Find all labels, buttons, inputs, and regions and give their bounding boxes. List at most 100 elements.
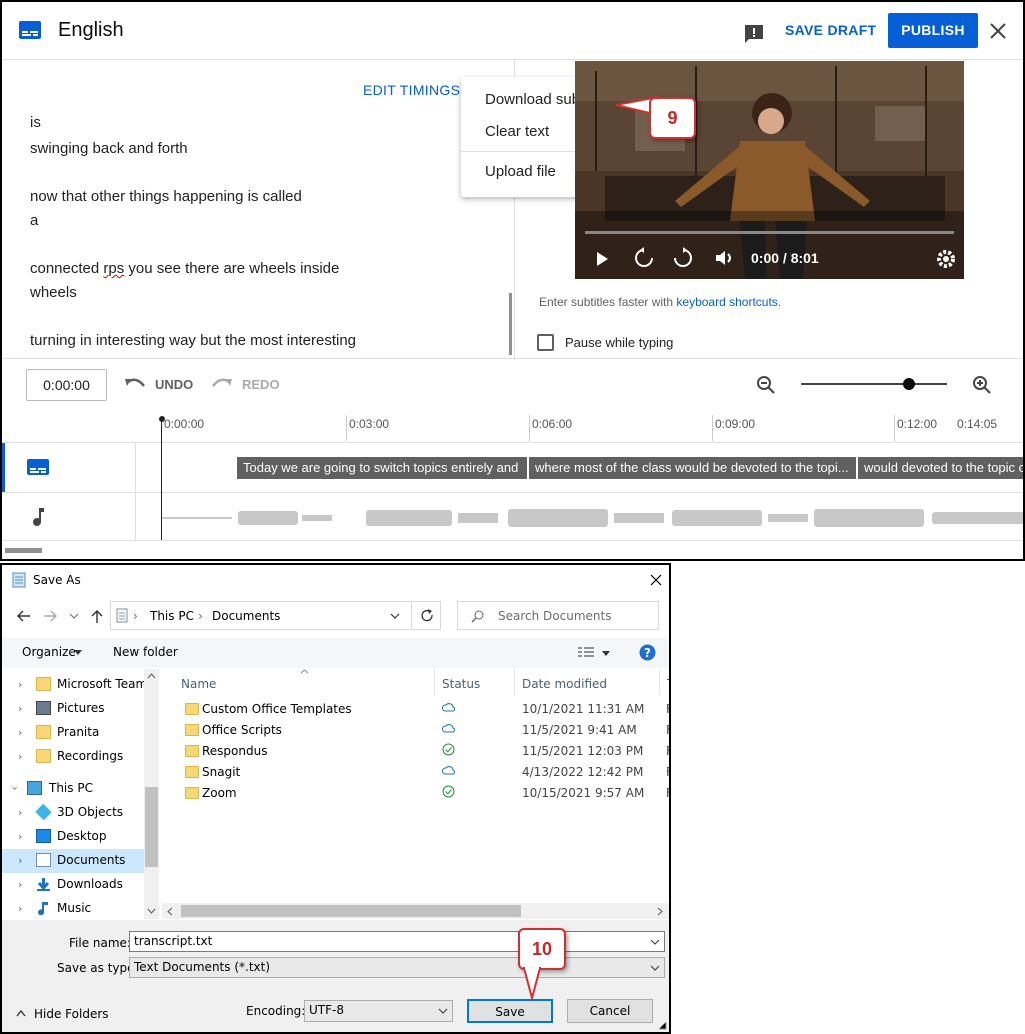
tree-item-documents[interactable]: › Documents (2, 849, 158, 873)
menu-upload-file[interactable]: Upload file (485, 163, 556, 180)
zoom-in-icon[interactable] (972, 375, 992, 395)
rewind-10-icon[interactable] (634, 247, 654, 269)
tree-item-microsoft-teams[interactable]: › Microsoft Teams (2, 673, 158, 697)
forward-10-icon[interactable] (673, 247, 693, 269)
scroll-up-arrow-icon[interactable] (147, 673, 156, 679)
playhead-line[interactable] (161, 420, 162, 541)
view-options-icon[interactable] (578, 646, 594, 659)
address-bar[interactable]: › This PC › Documents (110, 601, 441, 630)
column-header-date-modified[interactable]: Date modified (522, 677, 607, 691)
chevron-right-icon[interactable]: › (18, 726, 22, 739)
scroll-left-arrow-icon[interactable] (166, 907, 173, 916)
zoom-out-icon[interactable] (756, 375, 776, 395)
organize-dropdown-icon[interactable] (74, 650, 82, 655)
tree-item-music[interactable]: › Music (2, 897, 158, 919)
tree-item-recordings[interactable]: › Recordings (2, 745, 158, 769)
undo-icon[interactable] (124, 376, 146, 392)
column-header-type[interactable]: T (667, 677, 669, 691)
chevron-down-icon[interactable]: › (9, 786, 22, 790)
scroll-right-arrow-icon[interactable] (657, 907, 664, 916)
chevron-right-icon[interactable]: › (18, 678, 22, 691)
hide-folders-button[interactable]: Hide Folders (34, 1007, 109, 1021)
chevron-right-icon[interactable]: › (18, 702, 22, 715)
file-row[interactable]: Custom Office Templates 10/1/2021 11:31 … (172, 700, 669, 721)
chevron-right-icon[interactable]: › (18, 806, 22, 819)
chevron-right-icon[interactable]: › (18, 902, 22, 915)
time-input[interactable]: 0:00:00 (26, 369, 107, 401)
playhead-handle[interactable] (159, 416, 165, 422)
chevron-down-icon[interactable] (650, 939, 660, 945)
tree-item-desktop[interactable]: › Desktop (2, 825, 158, 849)
subtitle-text-area[interactable]: is swinging back and forth now that othe… (20, 106, 510, 358)
organize-button[interactable]: Organize (22, 645, 76, 659)
chevron-right-icon[interactable]: › (18, 878, 22, 891)
recent-locations-icon[interactable] (69, 612, 79, 620)
file-list-h-scrollbar-thumb[interactable] (181, 905, 521, 917)
help-icon[interactable]: ? (639, 644, 656, 661)
refresh-icon[interactable] (421, 609, 434, 622)
chevron-down-icon[interactable] (390, 613, 400, 620)
column-header-name[interactable]: Name (181, 677, 216, 691)
column-divider[interactable] (434, 669, 435, 695)
misspelled-word[interactable]: rps (103, 260, 124, 277)
tree-item-3d-objects[interactable]: › 3D Objects (2, 801, 158, 825)
timeline-scrollbar[interactable] (5, 548, 42, 553)
subtitle-cue[interactable]: Today we are going to switch topics enti… (237, 457, 527, 479)
chevron-right-icon[interactable]: › (18, 750, 22, 763)
resize-grip-icon[interactable] (657, 1020, 667, 1030)
redo-button[interactable]: REDO (242, 377, 280, 392)
view-dropdown-icon[interactable] (602, 651, 610, 656)
forward-arrow-icon[interactable] (43, 609, 59, 623)
column-header-status[interactable]: Status (442, 677, 480, 691)
close-icon[interactable] (650, 574, 662, 586)
settings-gear-icon[interactable] (936, 249, 956, 269)
cancel-button[interactable]: Cancel (567, 999, 653, 1023)
file-row[interactable]: Zoom 10/15/2021 9:57 AM F (172, 784, 669, 805)
breadcrumb-documents[interactable]: Documents (212, 609, 280, 623)
close-icon[interactable] (989, 22, 1007, 40)
tree-item-pictures[interactable]: › Pictures (2, 697, 158, 721)
publish-button[interactable]: PUBLISH (888, 13, 978, 48)
volume-icon[interactable] (714, 249, 736, 267)
subtitle-cue[interactable]: where most of the class would be devoted… (529, 457, 856, 479)
tree-item-downloads[interactable]: › Downloads (2, 873, 158, 897)
chevron-down-icon[interactable] (650, 965, 660, 971)
file-row[interactable]: Snagit 4/13/2022 12:42 PM F (172, 763, 669, 784)
play-icon[interactable] (595, 251, 609, 267)
back-arrow-icon[interactable] (15, 609, 31, 623)
column-divider[interactable] (659, 669, 660, 695)
new-folder-button[interactable]: New folder (113, 645, 178, 659)
undo-button[interactable]: UNDO (155, 377, 193, 392)
chevron-down-icon[interactable] (438, 1008, 448, 1014)
up-arrow-icon[interactable] (90, 608, 104, 624)
search-box[interactable]: Search Documents (457, 601, 659, 630)
column-divider[interactable] (514, 669, 515, 695)
menu-clear-text[interactable]: Clear text (485, 123, 549, 140)
tree-item-pranita[interactable]: › Pranita (2, 721, 158, 745)
tree-item-this-pc[interactable]: › This PC (2, 777, 158, 801)
zoom-slider-thumb[interactable] (903, 378, 915, 390)
pause-while-typing-checkbox[interactable] (537, 334, 554, 351)
encoding-label: Encoding: (246, 1004, 306, 1018)
chevron-right-icon[interactable]: › (18, 854, 22, 867)
save-draft-button[interactable]: SAVE DRAFT (785, 22, 876, 38)
edit-timings-button[interactable]: EDIT TIMINGS (363, 82, 460, 98)
text-scrollbar[interactable] (509, 293, 512, 355)
chevron-right-icon[interactable]: › (18, 830, 22, 843)
chevron-up-icon[interactable] (16, 1009, 26, 1017)
file-row[interactable]: Respondus 11/5/2021 12:03 PM F (172, 742, 669, 763)
redo-icon[interactable] (211, 376, 233, 392)
save-as-type-select[interactable]: Text Documents (*.txt) (129, 957, 665, 978)
subtitle-cue[interactable]: would devoted to the topic o (858, 457, 1023, 479)
encoding-select[interactable]: UTF-8 (304, 1000, 453, 1022)
tree-scrollbar-thumb[interactable] (145, 787, 158, 867)
file-name: Office Scripts (202, 723, 282, 737)
keyboard-shortcuts-link[interactable]: keyboard shortcuts (676, 295, 777, 309)
file-row[interactable]: Office Scripts 11/5/2021 9:41 AM F (172, 721, 669, 742)
breadcrumb-this-pc[interactable]: This PC (150, 609, 194, 623)
zoom-slider-track[interactable] (801, 383, 947, 385)
feedback-icon[interactable] (743, 23, 765, 45)
scroll-down-arrow-icon[interactable] (147, 908, 156, 914)
save-button[interactable]: Save (467, 999, 553, 1023)
file-name-input[interactable]: transcript.txt (129, 931, 665, 952)
